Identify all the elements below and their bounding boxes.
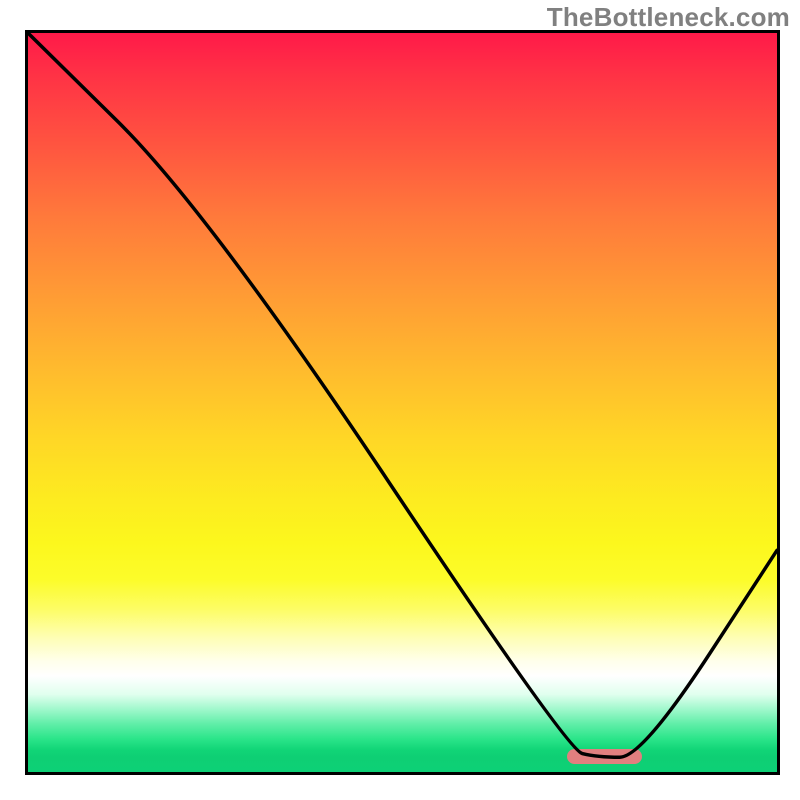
gradient-background <box>28 33 777 772</box>
chart-container: TheBottleneck.com <box>0 0 800 800</box>
plot-area <box>25 30 780 775</box>
sweet-spot-marker <box>567 749 642 764</box>
watermark-text: TheBottleneck.com <box>547 2 790 33</box>
